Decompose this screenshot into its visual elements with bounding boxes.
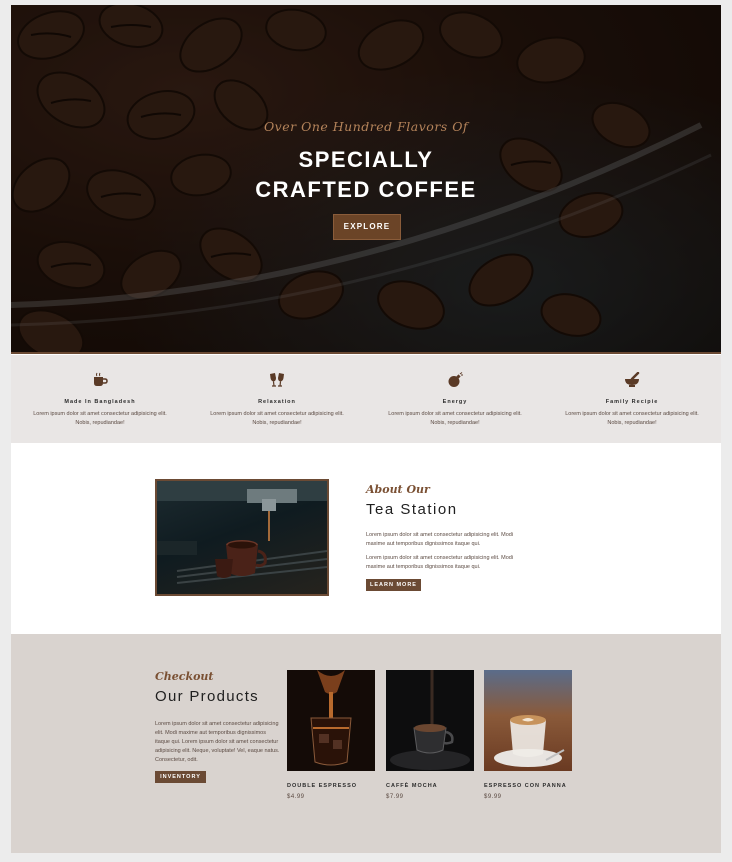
hero-title-line-1: SPECIALLY: [298, 147, 434, 172]
mortar-pestle-icon: [625, 372, 640, 387]
product-card[interactable]: DOUBLE ESPRESSO $4.99: [287, 670, 375, 810]
feature-energy: Energy Lorem ipsum dolor sit amet consec…: [375, 355, 535, 443]
inventory-button[interactable]: INVENTORY: [155, 771, 206, 783]
feature-title: Relaxation: [258, 399, 296, 405]
hero-divider: [11, 352, 721, 354]
double-espresso-image: [287, 670, 375, 771]
product-name: ESPRESSO CON PANNA: [484, 783, 567, 789]
products-kicker: Checkout: [155, 670, 214, 683]
product-card[interactable]: CAFFÈ MOCHA $7.99: [386, 670, 474, 810]
features-section: Made In Bangladesh Lorem ipsum dolor sit…: [11, 355, 721, 443]
feature-title: Made In Bangladesh: [64, 399, 136, 405]
learn-more-button[interactable]: LEARN MORE: [366, 579, 421, 591]
bomb-icon: [448, 372, 463, 387]
about-paragraph-2: Lorem ipsum dolor sit amet consectetur a…: [366, 555, 514, 570]
feature-description: Lorem ipsum dolor sit amet consectetur a…: [33, 411, 167, 426]
feature-made-in-bangladesh: Made In Bangladesh Lorem ipsum dolor sit…: [20, 355, 180, 443]
feature-family-recipie: Family Recipie Lorem ipsum dolor sit ame…: [552, 355, 712, 443]
feature-title: Family Recipie: [605, 399, 659, 405]
feature-description: Lorem ipsum dolor sit amet consectetur a…: [210, 411, 344, 426]
about-kicker: About Our: [366, 483, 430, 496]
product-name: DOUBLE ESPRESSO: [287, 783, 358, 789]
product-price: $9.99: [484, 794, 502, 800]
product-price: $4.99: [287, 794, 305, 800]
products-description: Lorem ipsum dolor sit amet consectetur a…: [155, 721, 280, 763]
about-title: Tea Station: [366, 501, 458, 518]
feature-description: Lorem ipsum dolor sit amet consectetur a…: [565, 411, 699, 426]
product-card[interactable]: ESPRESSO CON PANNA $9.99: [484, 670, 572, 810]
hero-section: Over One Hundred Flavors Of SPECIALLY CR…: [11, 5, 721, 354]
about-paragraph-1: Lorem ipsum dolor sit amet consectetur a…: [366, 532, 514, 547]
espresso-machine-image: [155, 479, 329, 596]
feature-description: Lorem ipsum dolor sit amet consectetur a…: [388, 411, 522, 426]
coffee-cup-icon: [94, 372, 108, 386]
feature-relaxation: Relaxation Lorem ipsum dolor sit amet co…: [197, 355, 357, 443]
product-price: $7.99: [386, 794, 404, 800]
hero-title-line-2: CRAFTED COFFEE: [255, 177, 477, 202]
cheers-glasses-icon: [270, 373, 284, 387]
products-title: Our Products: [155, 688, 259, 705]
products-section: Checkout Our Products Lorem ipsum dolor …: [11, 634, 721, 853]
caffe-mocha-image: [386, 670, 474, 771]
espresso-con-panna-image: [484, 670, 572, 771]
feature-title: Energy: [442, 399, 468, 405]
product-name: CAFFÈ MOCHA: [386, 783, 438, 789]
about-section: About Our Tea Station Lorem ipsum dolor …: [11, 443, 721, 634]
hero-title: SPECIALLY CRAFTED COFFEE: [11, 145, 721, 205]
page: Over One Hundred Flavors Of SPECIALLY CR…: [11, 5, 721, 853]
hero-subtitle: Over One Hundred Flavors Of: [263, 119, 469, 134]
explore-button[interactable]: EXPLORE: [333, 214, 401, 240]
